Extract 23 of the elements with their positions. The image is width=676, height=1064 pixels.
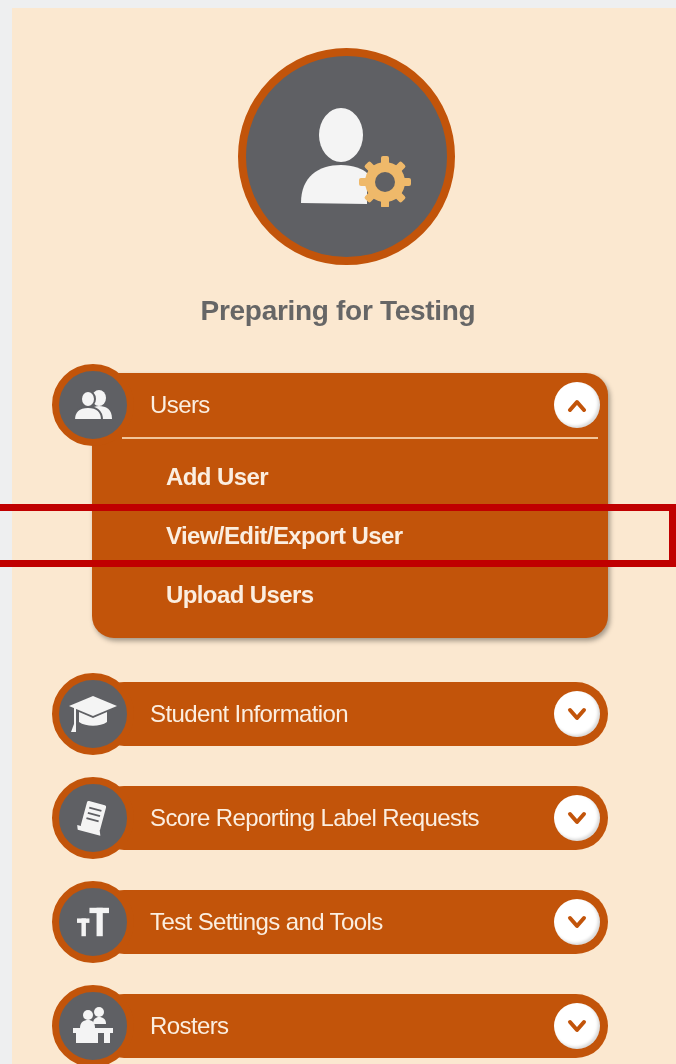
chevron-down-icon: [567, 915, 587, 929]
users-icon: [73, 389, 113, 421]
submenu-link[interactable]: Add User: [166, 462, 268, 491]
toggle-button[interactable]: [554, 382, 600, 428]
chevron-down-icon: [567, 1019, 587, 1033]
toggle-button[interactable]: [554, 899, 600, 945]
submenu-link[interactable]: Upload Users: [166, 580, 314, 609]
graduation-cap-icon: [68, 694, 118, 734]
classroom-icon: [71, 1006, 115, 1046]
text-size-icon: [75, 906, 111, 938]
section-title[interactable]: Test Settings and Tools: [150, 908, 554, 936]
section-title[interactable]: Student Information: [150, 700, 554, 728]
section-title[interactable]: Rosters: [150, 1012, 554, 1040]
toggle-button[interactable]: [554, 795, 600, 841]
chevron-up-icon: [567, 398, 587, 412]
submenu-link[interactable]: View/Edit/Export User: [166, 521, 403, 550]
section-title[interactable]: Users: [150, 391, 554, 419]
chevron-down-icon: [567, 811, 587, 825]
section-title[interactable]: Score Reporting Label Requests: [150, 804, 554, 832]
toggle-button[interactable]: [554, 1003, 600, 1049]
chevron-down-icon: [567, 707, 587, 721]
toggle-button[interactable]: [554, 691, 600, 737]
page-title: Preparing for Testing: [199, 295, 477, 327]
